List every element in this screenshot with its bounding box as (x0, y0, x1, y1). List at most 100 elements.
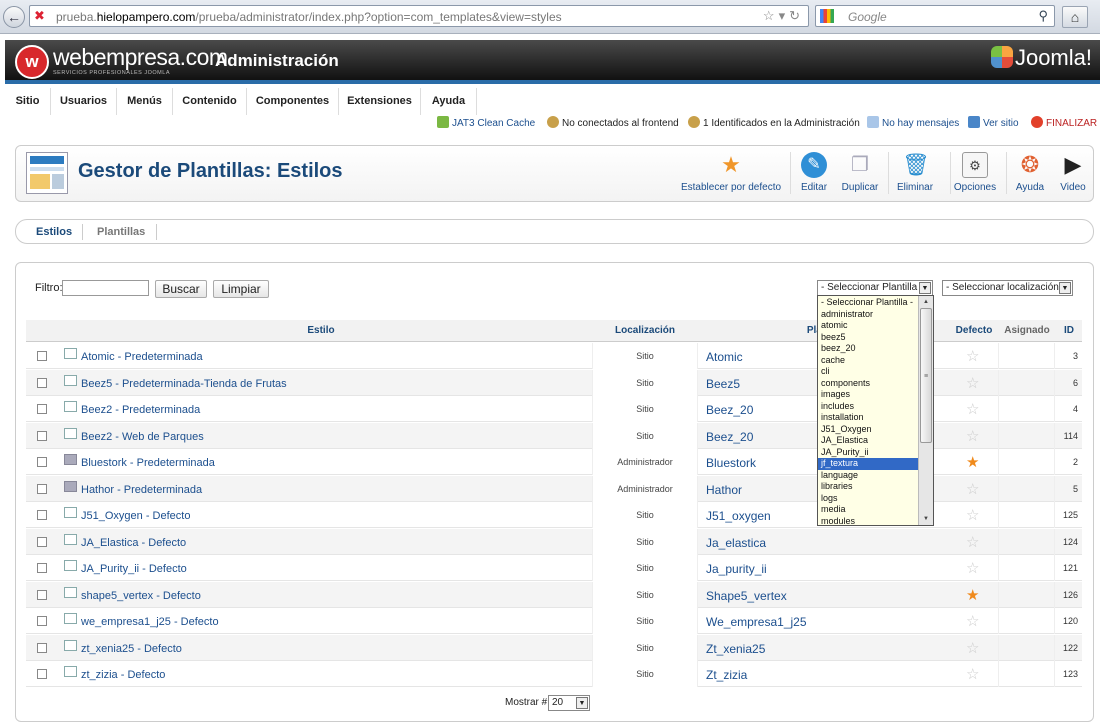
style-name-link[interactable]: JA_Purity_ii - Defecto (81, 563, 187, 575)
dropdown-option[interactable]: beez_20 (818, 343, 919, 355)
messages-link[interactable]: No hay mensajes (867, 116, 959, 129)
dropdown-option[interactable]: images (818, 389, 919, 401)
template-name-link[interactable]: Zt_zizia (706, 668, 747, 682)
column-header-style[interactable]: Estilo (231, 325, 411, 336)
row-checkbox[interactable] (37, 563, 47, 573)
dropdown-option[interactable]: JA_Purity_ii (818, 447, 919, 459)
style-name-link[interactable]: zt_zizia - Defecto (81, 669, 165, 681)
magnifier-icon[interactable]: ⚲ (1038, 8, 1048, 24)
dropdown-option[interactable]: installation (818, 412, 919, 424)
tab-plantillas[interactable]: Plantillas (97, 226, 145, 238)
template-name-link[interactable]: Beez_20 (706, 403, 753, 417)
scroll-thumb[interactable]: ≡ (920, 308, 932, 443)
location-select[interactable]: - Seleccionar localización - ▼ (942, 280, 1073, 296)
dropdown-option[interactable]: libraries (818, 481, 919, 493)
menu-item-usuarios[interactable]: Usuarios (51, 88, 117, 115)
template-dropdown-list[interactable]: - Seleccionar Plantilla - administrator at… (817, 295, 934, 526)
menu-item-componentes[interactable]: Componentes (247, 88, 339, 115)
template-name-link[interactable]: Beez_20 (706, 430, 753, 444)
dropdown-option[interactable]: components (818, 378, 919, 390)
style-name-link[interactable]: Atomic - Predeterminada (81, 351, 203, 363)
column-header-location[interactable]: Localización (592, 325, 698, 336)
default-star-icon[interactable]: ☆ (966, 480, 979, 498)
column-header-default[interactable]: Defecto (950, 325, 998, 336)
style-name-link[interactable]: J51_Oxygen - Defecto (81, 510, 190, 522)
template-name-link[interactable]: Zt_xenia25 (706, 642, 765, 656)
help-button[interactable]: ❂ Ayuda (1011, 152, 1049, 198)
options-button[interactable]: ⚙ Opciones (952, 152, 998, 198)
menu-item-menus[interactable]: Menús (117, 88, 173, 115)
default-star-icon[interactable]: ☆ (966, 347, 979, 365)
style-name-link[interactable]: shape5_vertex - Defecto (81, 590, 201, 602)
style-name-link[interactable]: zt_xenia25 - Defecto (81, 643, 182, 655)
address-bar[interactable]: ✖ prueba.hielopampero.com/prueba/adminis… (29, 5, 809, 27)
row-checkbox[interactable] (37, 457, 47, 467)
template-name-link[interactable]: Ja_purity_ii (706, 562, 767, 576)
logout-link[interactable]: FINALIZAR (1031, 116, 1097, 129)
row-checkbox[interactable] (37, 589, 47, 600)
dropdown-option[interactable]: J51_Oxygen (818, 424, 919, 436)
video-button[interactable]: ▶ Video (1054, 152, 1092, 198)
row-checkbox[interactable] (37, 536, 47, 547)
scroll-up-icon[interactable]: ▲ (920, 297, 932, 307)
default-star-icon[interactable]: ★ (966, 586, 979, 604)
search-button[interactable]: Buscar (155, 280, 207, 298)
dropdown-option[interactable]: logs (818, 493, 919, 505)
default-star-icon[interactable]: ☆ (966, 374, 979, 392)
template-name-link[interactable]: Beez5 (706, 377, 740, 391)
default-star-icon[interactable]: ☆ (966, 665, 979, 683)
row-checkbox[interactable] (37, 642, 47, 653)
menu-item-ayuda[interactable]: Ayuda (421, 88, 477, 115)
default-star-icon[interactable]: ☆ (966, 533, 979, 551)
bookmark-star-icon[interactable]: ☆▾↻ (763, 8, 804, 24)
row-checkbox[interactable] (37, 430, 47, 441)
back-arrow-icon[interactable]: ← (3, 6, 25, 28)
dropdown-option[interactable]: includes (818, 401, 919, 413)
default-star-icon[interactable]: ☆ (966, 427, 979, 445)
menu-item-extensiones[interactable]: Extensiones (339, 88, 421, 115)
menu-item-sitio[interactable]: Sitio (5, 88, 51, 115)
row-checkbox[interactable] (37, 377, 47, 388)
jat3-cache-link[interactable]: JAT3 Clean Cache (437, 116, 535, 129)
pager-limit-select[interactable]: 20 ▼ (548, 695, 590, 711)
filter-input[interactable] (62, 280, 149, 296)
template-name-link[interactable]: Hathor (706, 483, 742, 497)
row-checkbox[interactable] (37, 404, 47, 414)
browser-search-box[interactable]: Google ⚲ (815, 5, 1055, 27)
dropdown-option[interactable]: JA_Elastica (818, 435, 919, 447)
row-checkbox[interactable] (37, 669, 47, 679)
column-header-id[interactable]: ID (1056, 325, 1082, 336)
template-name-link[interactable]: J51_oxygen (706, 509, 771, 523)
template-name-link[interactable]: Ja_elastica (706, 536, 766, 550)
row-checkbox[interactable] (37, 351, 47, 361)
dropdown-option[interactable]: administrator (818, 309, 919, 321)
style-name-link[interactable]: Beez2 - Web de Parques (81, 431, 204, 443)
style-name-link[interactable]: Beez5 - Predeterminada-Tienda de Frutas (81, 378, 287, 390)
default-star-icon[interactable]: ☆ (966, 400, 979, 418)
view-site-link[interactable]: Ver sitio (968, 116, 1019, 129)
duplicate-button[interactable]: ❐ Duplicar (838, 152, 882, 198)
default-star-icon[interactable]: ☆ (966, 559, 979, 577)
style-name-link[interactable]: JA_Elastica - Defecto (81, 537, 186, 549)
style-name-link[interactable]: Bluestork - Predeterminada (81, 457, 215, 469)
default-star-icon[interactable]: ☆ (966, 612, 979, 630)
default-star-icon[interactable]: ☆ (966, 639, 979, 657)
menu-item-contenido[interactable]: Contenido (173, 88, 247, 115)
delete-button[interactable]: 🗑 Eliminar (892, 152, 938, 198)
dropdown-option[interactable]: jf_textura (818, 458, 919, 470)
dropdown-option[interactable]: beez5 (818, 332, 919, 344)
row-checkbox[interactable] (37, 616, 47, 626)
tab-estilos[interactable]: Estilos (36, 226, 72, 238)
dropdown-option[interactable]: modules (818, 516, 919, 526)
template-name-link[interactable]: We_empresa1_j25 (706, 615, 807, 629)
edit-button[interactable]: ✎ Editar (794, 152, 834, 198)
dropdown-option[interactable]: atomic (818, 320, 919, 332)
style-name-link[interactable]: we_empresa1_j25 - Defecto (81, 616, 219, 628)
row-checkbox[interactable] (37, 510, 47, 520)
template-name-link[interactable]: Atomic (706, 350, 743, 364)
dropdown-option[interactable]: language (818, 470, 919, 482)
row-checkbox[interactable] (37, 483, 47, 494)
dropdown-option[interactable]: - Seleccionar Plantilla - (818, 297, 919, 309)
set-default-button[interactable]: ★ Establecer por defecto (676, 152, 786, 198)
dropdown-option[interactable]: media (818, 504, 919, 516)
